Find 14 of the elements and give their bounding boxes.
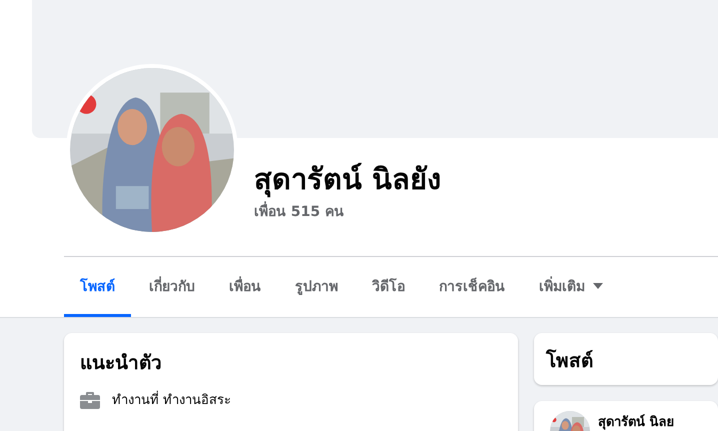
profile-tab[interactable]: เกี่ยวกับ [133,257,211,317]
posts-title: โพสต์ [546,348,594,374]
friends-count[interactable]: เพื่อน 515 คน [254,200,442,222]
profile-tab[interactable]: การเช็คอิน [423,257,521,317]
intro-title: แนะนำตัว [80,351,163,376]
profile-tab[interactable]: เพิ่มเติม [523,257,619,317]
briefcase-icon [80,390,100,408]
profile-tab[interactable]: รูปภาพ [279,257,354,317]
post-author[interactable]: สุดารัตน์ นิลย [598,411,674,431]
profile-name: สุดารัตน์ นิลยัง [254,161,442,198]
profile-tab[interactable]: เพื่อน [213,257,277,317]
profile-tab[interactable]: วิดีโอ [356,257,421,317]
work-info: ทำงานที่ ทำงานอิสระ [112,389,232,410]
caret-icon [593,282,603,288]
